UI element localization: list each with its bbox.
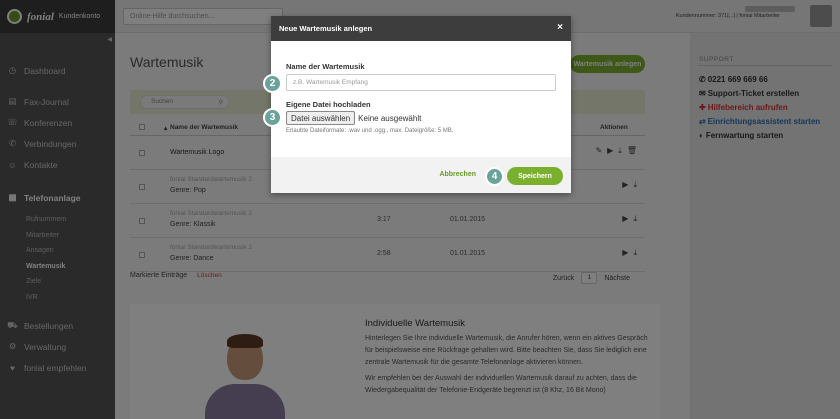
name-label: Name der Wartemusik <box>286 62 365 71</box>
step-marker-4: 4 <box>485 167 504 186</box>
new-hold-music-dialog: Neue Wartemusik anlegen × Name der Warte… <box>271 16 571 193</box>
dialog-footer: Abbrechen Speichern <box>271 157 571 193</box>
dialog-title: Neue Wartemusik anlegen <box>271 16 571 41</box>
close-icon[interactable]: × <box>557 22 563 33</box>
save-button[interactable]: Speichern <box>507 167 563 185</box>
hold-music-name-input[interactable]: z.B. Wartemusik Empfang <box>286 74 556 91</box>
file-upload: Datei auswählen Keine ausgewählt <box>286 111 421 125</box>
file-upload-label: Eigene Datei hochladen <box>286 100 371 109</box>
cancel-button[interactable]: Abbrechen <box>439 171 476 178</box>
step-marker-3: 3 <box>263 108 282 127</box>
step-marker-2: 2 <box>263 74 282 93</box>
choose-file-button[interactable]: Datei auswählen <box>286 111 356 125</box>
file-status: Keine ausgewählt <box>358 113 422 123</box>
file-hint: Erlaubte Dateiformate: .wav und .ogg., m… <box>286 128 454 134</box>
